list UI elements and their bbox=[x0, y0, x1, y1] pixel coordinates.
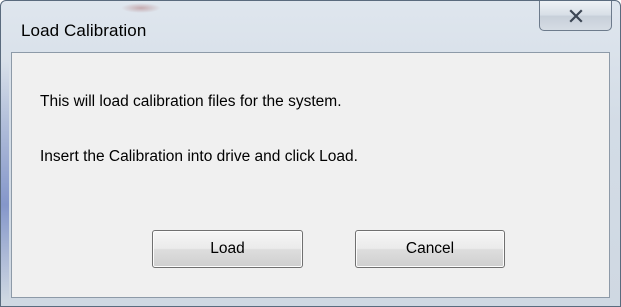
message-line-1: This will load calibration files for the… bbox=[40, 93, 342, 110]
load-button[interactable]: Load bbox=[152, 230, 303, 268]
title-bar-glass-reflection bbox=[121, 3, 161, 13]
dialog-content: This will load calibration files for the… bbox=[11, 52, 610, 298]
close-button[interactable] bbox=[539, 1, 612, 31]
close-icon bbox=[568, 8, 583, 23]
cancel-button[interactable]: Cancel bbox=[355, 230, 505, 268]
message-line-2: Insert the Calibration into drive and cl… bbox=[40, 148, 358, 165]
window-title: Load Calibration bbox=[21, 21, 147, 40]
dialog-window: Load Calibration This will load calibrat… bbox=[0, 0, 621, 307]
frame-glass-highlight bbox=[1, 61, 9, 301]
